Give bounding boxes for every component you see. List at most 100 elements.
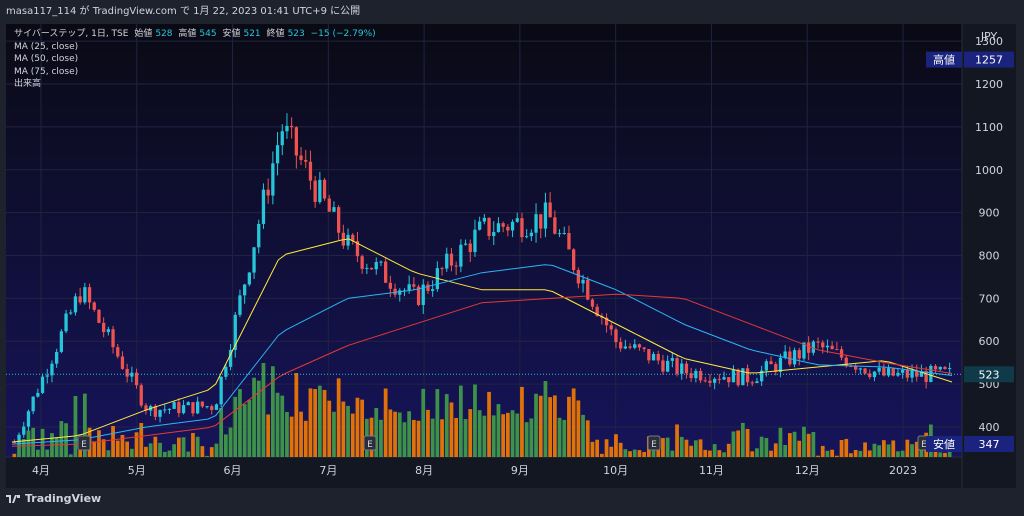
volume-bar — [393, 411, 397, 457]
candle-body — [901, 370, 905, 373]
candle-body — [73, 296, 78, 313]
candle-body — [510, 221, 515, 231]
candle-body — [468, 243, 472, 253]
chart-frame[interactable]: JPY 400 500 600 700 800 900 1000 1100 1200 1300 4… — [6, 24, 1016, 488]
volume-bar — [755, 448, 759, 457]
time-tick-label: 10月 — [603, 464, 628, 477]
volume-bar — [430, 418, 435, 457]
volume-bar — [571, 388, 576, 457]
volume-bar — [285, 411, 289, 457]
candle-body — [557, 233, 562, 235]
tradingview-brand[interactable]: TradingView — [6, 492, 101, 505]
candle-body — [214, 404, 219, 410]
volume-bar — [548, 397, 553, 457]
volume-bar — [167, 450, 172, 457]
volume-bar — [703, 449, 708, 457]
volume-bar — [233, 396, 238, 457]
candle-body — [609, 325, 613, 330]
price-chart[interactable]: JPY 4005006007008009001000110012001300 4… — [6, 24, 1016, 488]
volume-bar — [59, 421, 64, 457]
candle-body — [938, 366, 942, 370]
volume-bar — [637, 450, 642, 457]
candle-body — [384, 261, 388, 283]
volume-bar — [468, 409, 473, 457]
candle-body — [821, 342, 825, 348]
candle-body — [647, 349, 651, 361]
volume-bar — [402, 422, 407, 457]
candle-body — [492, 232, 496, 237]
candle-body — [200, 401, 204, 407]
price-tick-label: 1000 — [975, 164, 1003, 177]
volume-bar — [632, 449, 637, 457]
candle-body — [87, 287, 92, 303]
volume-bar — [360, 399, 365, 457]
candle-body — [181, 405, 186, 414]
volume-bar — [158, 442, 162, 457]
price-label-value: 1257 — [975, 54, 1003, 67]
volume-bar — [40, 428, 45, 457]
candle-body — [703, 380, 707, 382]
candle-body — [515, 218, 519, 222]
volume-bar — [679, 436, 684, 457]
candle-body — [426, 284, 430, 291]
candle-body — [163, 409, 167, 411]
candle-body — [59, 331, 63, 352]
volume-bar — [552, 395, 557, 457]
price-tick-label: 900 — [979, 207, 1000, 220]
ma50-legend[interactable]: MA (50, close) — [14, 53, 379, 66]
candle-body — [506, 226, 510, 231]
volume-legend[interactable]: 出来高 — [14, 78, 379, 91]
candle-body — [666, 360, 670, 372]
volume-bar — [849, 453, 853, 457]
close-value: 523 — [287, 29, 305, 39]
time-tick-label: 7月 — [319, 464, 337, 477]
candle-body — [322, 179, 327, 199]
price-tick-label: 700 — [979, 292, 1000, 305]
candle-body — [445, 253, 449, 269]
volume-bar — [736, 430, 741, 457]
volume-bar — [708, 450, 712, 457]
candle-body — [482, 217, 486, 222]
change-value: −15 (−2.79%) — [310, 29, 376, 39]
candle-body — [78, 296, 82, 303]
volume-bar — [12, 453, 17, 457]
candle-body — [210, 406, 214, 410]
price-tick-label: 800 — [979, 250, 1000, 263]
candle-body — [224, 366, 228, 377]
candle-body — [31, 396, 35, 412]
volume-bar — [463, 419, 468, 457]
volume-bar — [473, 384, 477, 457]
volume-bar — [477, 410, 482, 457]
volume-bar — [759, 436, 764, 457]
candle-body — [40, 376, 45, 393]
candle-body — [539, 214, 543, 229]
candle-body — [125, 368, 129, 377]
candle-body — [271, 163, 275, 196]
volume-bar — [557, 417, 562, 457]
close-label: 終値 — [266, 29, 285, 39]
volume-bar — [661, 438, 665, 457]
candle-body — [327, 198, 331, 212]
time-tick-label: 6月 — [224, 464, 242, 477]
volume-bar — [773, 443, 778, 457]
candle-body — [407, 284, 411, 291]
candle-body — [520, 218, 524, 238]
ma75-legend[interactable]: MA (75, close) — [14, 66, 379, 79]
candle-body — [943, 366, 947, 369]
candle-body — [689, 373, 693, 379]
volume-bar — [515, 413, 520, 457]
volume-bar — [665, 437, 670, 457]
volume-bar — [745, 428, 750, 457]
volume-bar — [266, 414, 271, 457]
ma25-legend[interactable]: MA (25, close) — [14, 41, 379, 54]
candle-body — [360, 256, 364, 269]
volume-bar — [693, 440, 698, 457]
candle-body — [590, 299, 595, 307]
volume-bar — [886, 444, 891, 457]
volume-bar — [524, 422, 529, 457]
candle-body — [266, 189, 270, 196]
candle-body — [487, 217, 491, 237]
volume-bar — [317, 385, 322, 457]
candle-body — [708, 380, 712, 383]
candle-body — [543, 202, 548, 229]
